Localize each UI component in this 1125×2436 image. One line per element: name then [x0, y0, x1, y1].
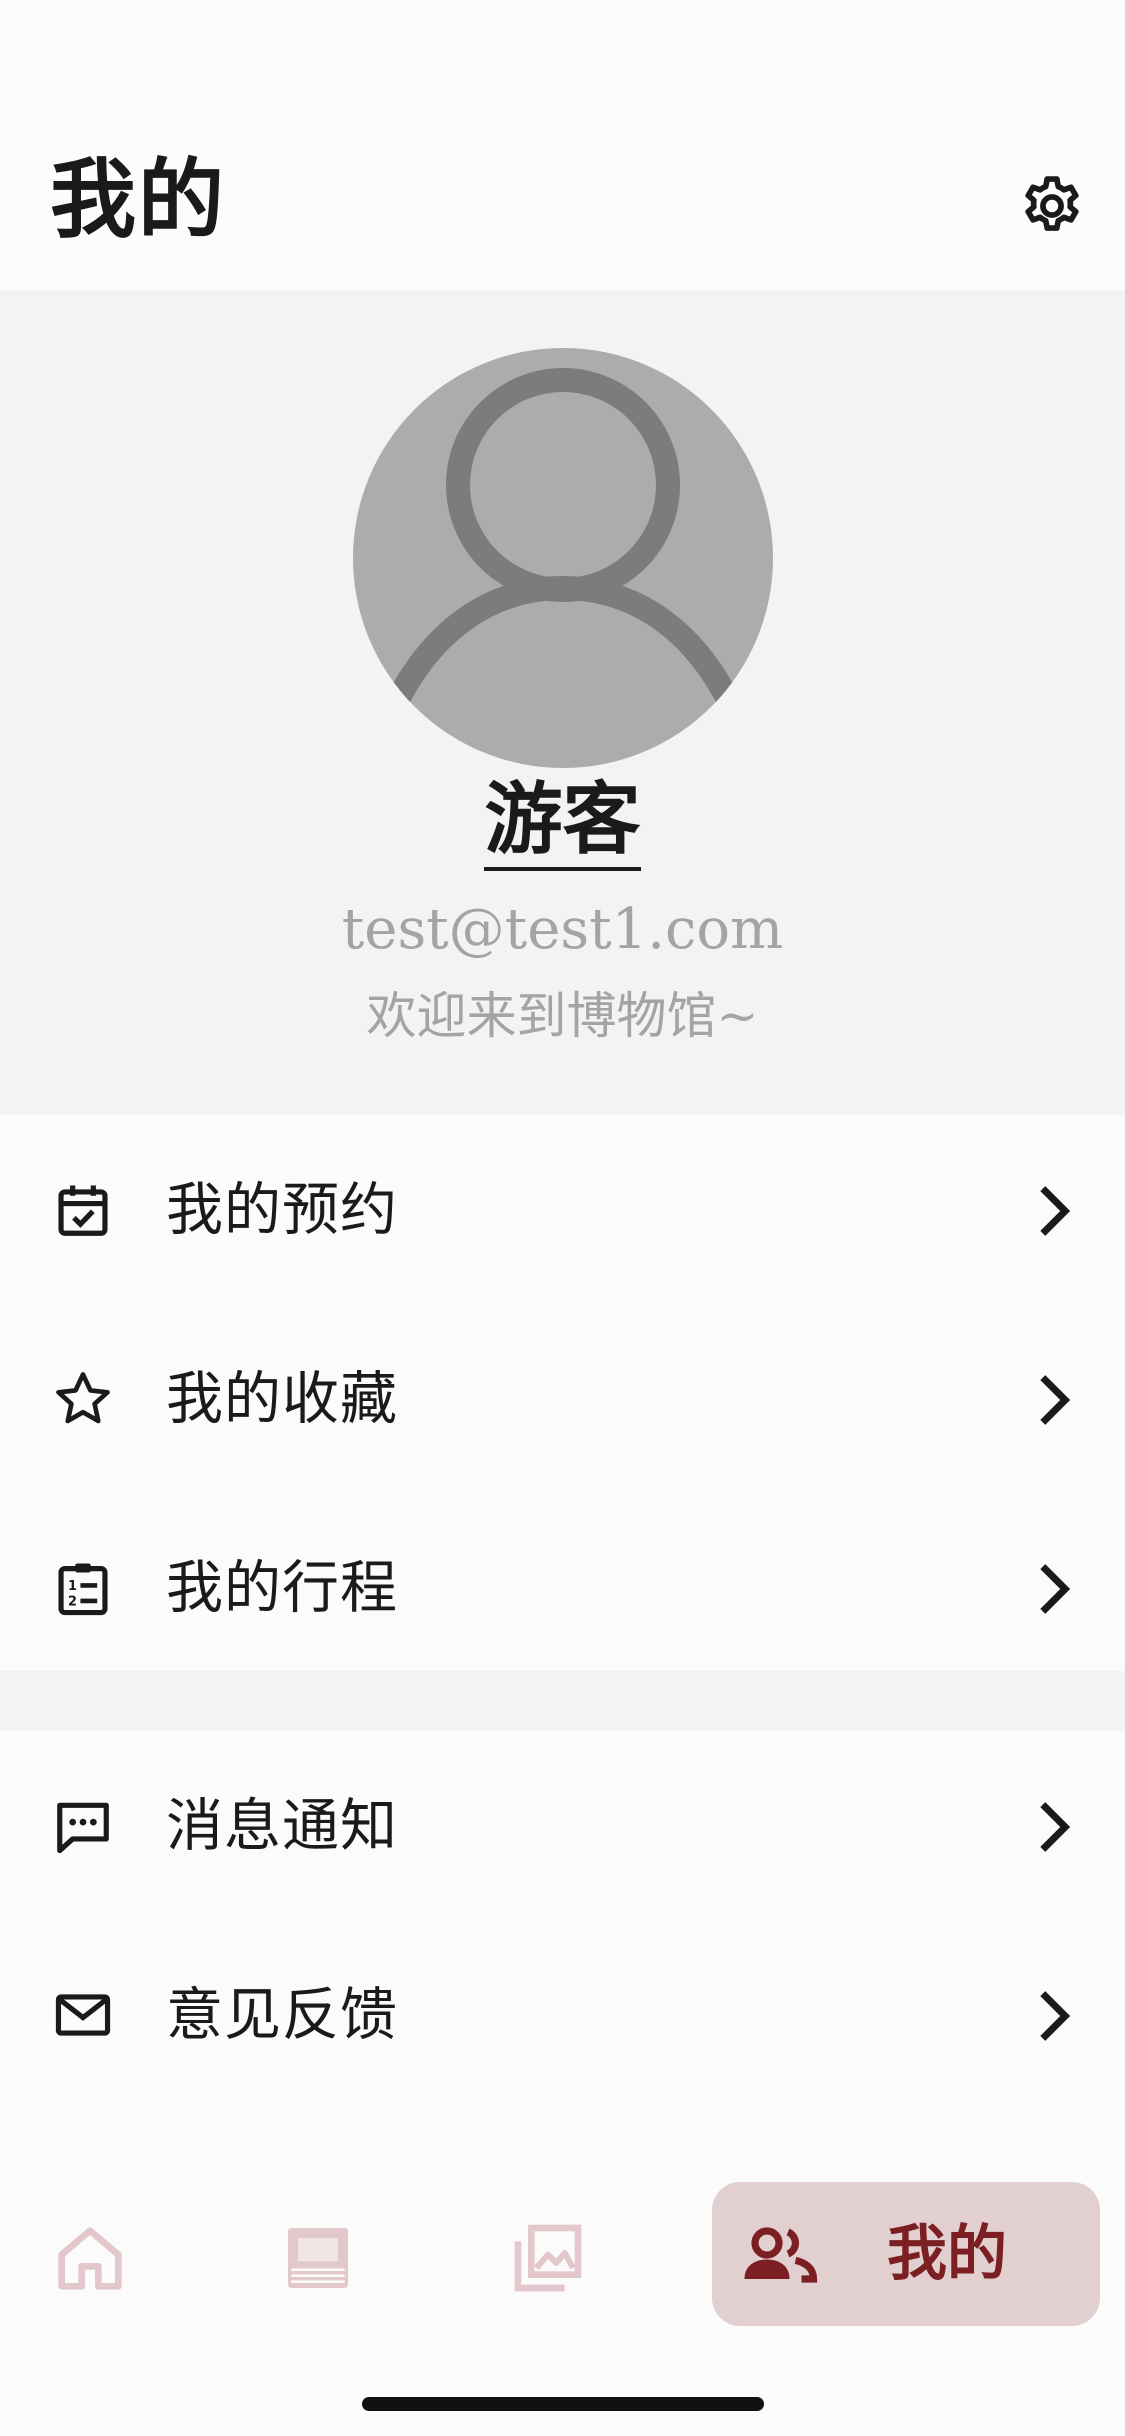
menu-item-reservations[interactable]: 我的预约: [0, 1115, 1125, 1304]
exhibition-icon[interactable]: [278, 2218, 358, 2298]
menu-group-primary: 我的预约 我的收藏 1 2 我的行程: [0, 1115, 1125, 1671]
menu-item-label: 我的收藏: [166, 1366, 398, 1432]
menu-item-label: 我的行程: [166, 1555, 398, 1621]
user-email: test@test1.com: [341, 897, 784, 962]
chevron-right-icon: [1040, 1564, 1071, 1614]
section-divider: [0, 1671, 1125, 1731]
menu-item-label: 我的预约: [166, 1177, 398, 1243]
bottom-tab-bar: 我的: [0, 2150, 1125, 2436]
username-text: 游客: [484, 774, 641, 871]
avatar[interactable]: [353, 348, 773, 768]
profile-section: 游客 test@test1.com 欢迎来到博物馆~: [0, 290, 1125, 1115]
header: 我的: [0, 0, 1125, 290]
welcome-text: 欢迎来到博物馆~: [366, 987, 759, 1045]
chevron-right-icon: [1040, 1375, 1071, 1425]
menu-group-secondary: 消息通知 意见反馈: [0, 1731, 1125, 2111]
calendar-check-icon: [58, 1185, 108, 1236]
home-icon[interactable]: [50, 2218, 130, 2298]
chevron-right-icon: [1040, 1991, 1071, 2041]
menu-item-label: 意见反馈: [166, 1982, 398, 2048]
gallery-icon[interactable]: [508, 2218, 588, 2298]
tab-mine[interactable]: 我的: [712, 2182, 1100, 2326]
menu-item-itinerary[interactable]: 1 2 我的行程: [0, 1493, 1125, 1682]
message-icon: [57, 1802, 109, 1854]
tab-label: 我的: [887, 2219, 1007, 2289]
svg-text:1: 1: [68, 1579, 77, 1594]
menu-item-feedback[interactable]: 意见反馈: [0, 1920, 1125, 2109]
svg-text:2: 2: [68, 1595, 77, 1610]
people-icon: [744, 2227, 818, 2283]
menu-item-favorites[interactable]: 我的收藏: [0, 1304, 1125, 1493]
settings-gear-icon[interactable]: [1018, 172, 1086, 240]
chevron-right-icon: [1040, 1186, 1071, 1236]
mail-icon: [55, 1994, 111, 2036]
star-icon: [56, 1372, 110, 1424]
clipboard-list-icon: 1 2: [58, 1563, 108, 1616]
menu-item-label: 消息通知: [166, 1793, 398, 1859]
home-indicator: [362, 2397, 764, 2411]
page-title: 我的: [50, 149, 226, 250]
chevron-right-icon: [1040, 1802, 1071, 1852]
menu-item-notifications[interactable]: 消息通知: [0, 1731, 1125, 1920]
username[interactable]: 游客: [0, 770, 1125, 871]
